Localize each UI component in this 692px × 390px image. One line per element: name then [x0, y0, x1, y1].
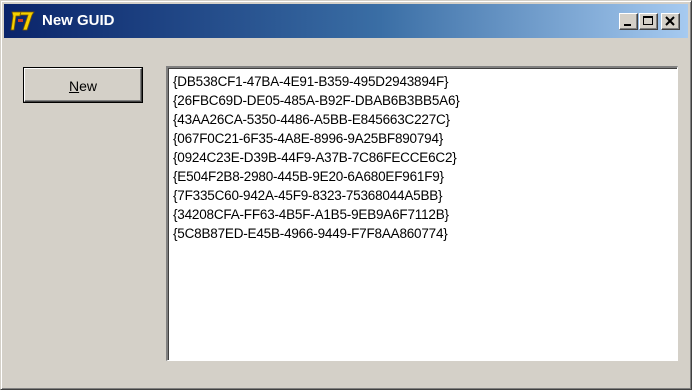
new-button-face: New — [24, 68, 142, 102]
title-bar[interactable]: New GUID — [4, 4, 688, 38]
close-icon — [665, 16, 675, 26]
app-icon — [10, 11, 35, 31]
guid-list: {DB538CF1-47BA-4E91-B359-495D2943894F} {… — [168, 68, 677, 243]
guid-list-item[interactable]: {067F0C21-6F35-4A8E-8996-9A25BF890794} — [173, 129, 677, 148]
maximize-button[interactable] — [639, 13, 658, 30]
guid-list-item[interactable]: {5C8B87ED-E45B-4966-9449-F7F8AA860774} — [173, 224, 677, 243]
minimize-button[interactable] — [619, 13, 638, 30]
new-button-accelerator: N — [68, 78, 80, 94]
window-title: New GUID — [42, 12, 115, 29]
guid-list-item[interactable]: {7F335C60-942A-45F9-8323-75368044A5BB} — [173, 186, 677, 205]
guid-listbox[interactable]: {DB538CF1-47BA-4E91-B359-495D2943894F} {… — [166, 66, 678, 361]
new-button[interactable]: New — [23, 67, 143, 103]
close-button[interactable] — [661, 13, 680, 30]
new-guid-window: New GUID New {DB538CF1-47BA-4E91-B359-49… — [0, 0, 692, 390]
guid-list-item[interactable]: {E504F2B8-2980-445B-9E20-6A680EF961F9} — [173, 167, 677, 186]
new-button-label: New — [25, 78, 141, 94]
guid-list-item[interactable]: {0924C23E-D39B-44F9-A37B-7C86FECCE6C2} — [173, 148, 677, 167]
guid-list-item[interactable]: {26FBC69D-DE05-485A-B92F-DBAB6B3BB5A6} — [173, 91, 677, 110]
new-button-label-rest: ew — [79, 78, 98, 94]
guid-list-item[interactable]: {43AA26CA-5350-4486-A5BB-E845663C227C} — [173, 110, 677, 129]
minimize-icon — [624, 24, 631, 26]
guid-list-item[interactable]: {DB538CF1-47BA-4E91-B359-495D2943894F} — [173, 72, 677, 91]
maximize-icon — [643, 16, 653, 25]
guid-list-item[interactable]: {34208CFA-FF63-4B5F-A1B5-9EB9A6F7112B} — [173, 205, 677, 224]
